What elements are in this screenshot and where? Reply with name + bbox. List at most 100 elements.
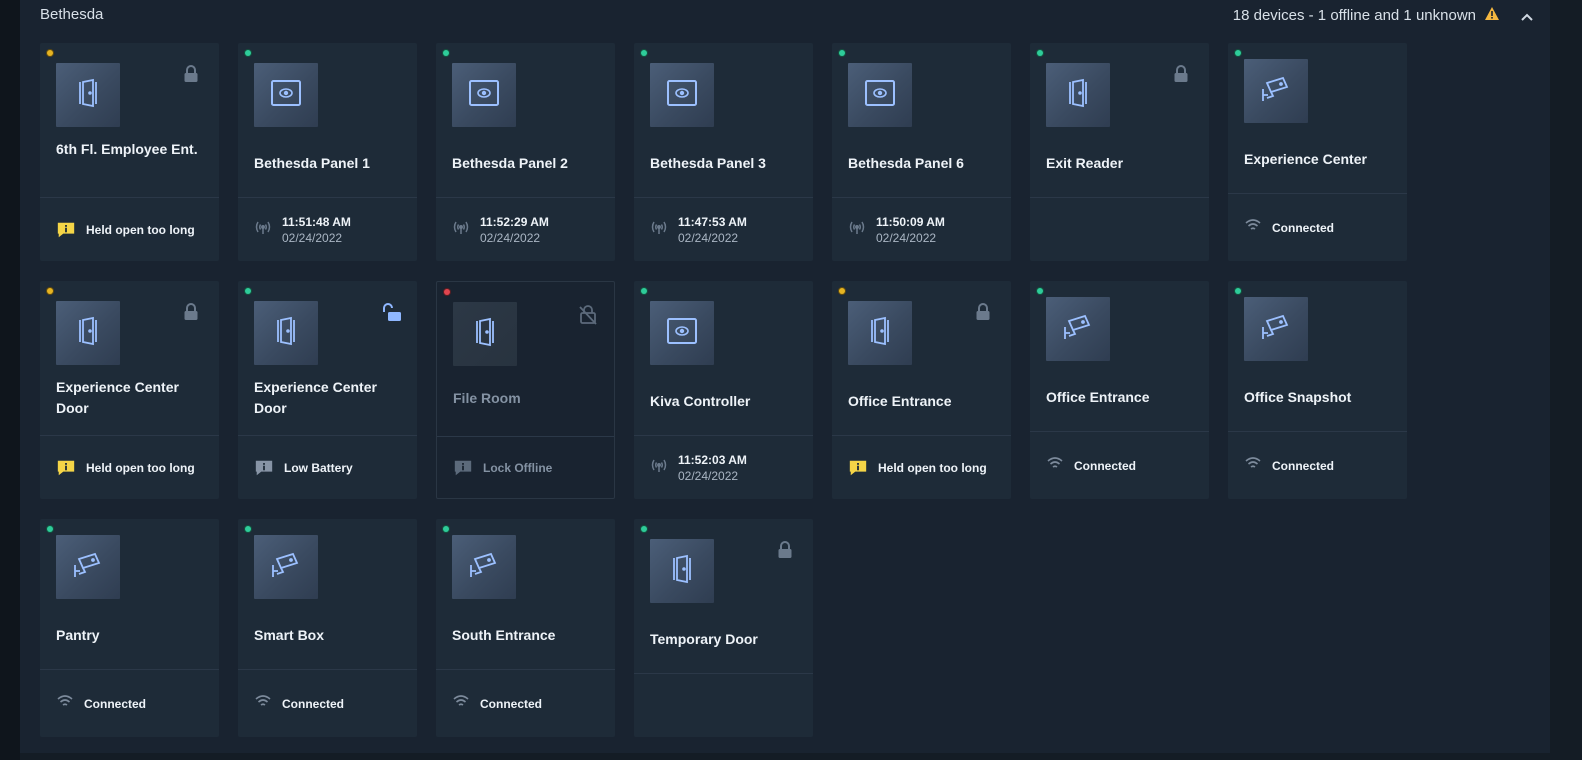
device-name: Bethesda Panel 3	[650, 155, 766, 171]
device-card[interactable]: File Room Lock Offline	[436, 281, 615, 499]
info-icon	[254, 458, 274, 478]
card-footer: 11:51:48 AM 02/24/2022	[254, 198, 407, 261]
device-card[interactable]: Experience Center Door Held open too long	[40, 281, 219, 499]
last-seen-date: 02/24/2022	[282, 230, 343, 245]
device-card[interactable]: Bethesda Panel 1 11:51:48 AM 02/24/2022	[238, 43, 417, 261]
lock-icon[interactable]	[777, 541, 793, 559]
wifi-icon	[452, 694, 470, 713]
door-icon	[75, 316, 101, 351]
panel-icon	[269, 78, 303, 113]
door-icon	[867, 316, 893, 351]
device-name: File Room	[453, 390, 521, 406]
card-footer: 11:52:03 AM 02/24/2022	[650, 436, 803, 499]
status-indicator	[444, 289, 450, 295]
status-indicator	[1235, 50, 1241, 56]
door-thumbnail	[650, 539, 714, 603]
lock-icon[interactable]	[975, 303, 991, 321]
unlock-icon[interactable]	[381, 303, 401, 321]
status-indicator	[1235, 288, 1241, 294]
last-seen-time: 11:47:53 AM	[678, 214, 747, 229]
connection-status: Connected	[1074, 458, 1137, 473]
panel-icon	[467, 78, 501, 113]
info-icon	[453, 458, 473, 478]
device-card[interactable]: 6th Fl. Employee Ent. Held open too long	[40, 43, 219, 261]
device-card[interactable]: Experience Center Connected	[1228, 43, 1407, 261]
device-card[interactable]: Bethesda Panel 3 11:47:53 AM 02/24/2022	[634, 43, 813, 261]
site-section: Bethesda 18 devices - 1 offline and 1 un…	[20, 0, 1550, 753]
device-grid: 6th Fl. Employee Ent. Held open too long B…	[40, 43, 1407, 737]
status-indicator	[245, 50, 251, 56]
device-name: Office Snapshot	[1244, 389, 1352, 405]
camera-thumbnail	[1244, 297, 1308, 361]
chevron-up-icon	[1521, 13, 1533, 21]
last-seen-time: 11:50:09 AM	[876, 214, 945, 229]
card-footer: Connected	[1046, 432, 1199, 499]
connection-status: Connected	[1272, 458, 1335, 473]
last-seen-date: 02/24/2022	[480, 230, 541, 245]
device-card[interactable]: Bethesda Panel 6 11:50:09 AM 02/24/2022	[832, 43, 1011, 261]
status-indicator	[443, 526, 449, 532]
panel-thumbnail	[848, 63, 912, 127]
collapse-section-button[interactable]	[1518, 9, 1536, 27]
device-card[interactable]: Kiva Controller 11:52:03 AM 02/24/2022	[634, 281, 813, 499]
status-indicator	[245, 526, 251, 532]
card-footer	[650, 674, 803, 737]
card-footer: Held open too long	[56, 436, 209, 499]
lock-icon[interactable]	[183, 65, 199, 83]
door-icon	[1065, 78, 1091, 113]
device-card[interactable]: Experience Center Door Low Battery	[238, 281, 417, 499]
status-indicator	[839, 50, 845, 56]
card-footer: Held open too long	[56, 198, 209, 261]
status-indicator	[443, 50, 449, 56]
device-name: Experience Center Door	[56, 379, 179, 416]
device-card[interactable]: Office Snapshot Connected	[1228, 281, 1407, 499]
card-footer: 11:52:29 AM 02/24/2022	[452, 198, 605, 261]
card-footer	[1046, 198, 1199, 261]
last-seen-time: 11:52:03 AM	[678, 452, 747, 467]
lock-icon[interactable]	[1173, 65, 1189, 83]
camera-icon	[71, 550, 105, 585]
status-indicator	[47, 526, 53, 532]
device-name: Pantry	[56, 627, 100, 643]
device-card[interactable]: Office Entrance Connected	[1030, 281, 1209, 499]
device-card[interactable]: Office Entrance Held open too long	[832, 281, 1011, 499]
device-name: Temporary Door	[650, 631, 758, 647]
status-indicator	[641, 50, 647, 56]
device-name: Experience Center	[1244, 151, 1367, 167]
wifi-icon	[1244, 456, 1262, 475]
device-status-text: Low Battery	[284, 460, 353, 475]
panel-icon	[665, 316, 699, 351]
panel-thumbnail	[650, 301, 714, 365]
door-thumbnail	[254, 301, 318, 365]
signal-icon	[650, 219, 668, 240]
device-status-text: Lock Offline	[483, 460, 553, 475]
device-card[interactable]: Bethesda Panel 2 11:52:29 AM 02/24/2022	[436, 43, 615, 261]
card-footer: Connected	[1244, 432, 1397, 499]
status-indicator	[47, 288, 53, 294]
device-card[interactable]: Smart Box Connected	[238, 519, 417, 737]
last-seen-date: 02/24/2022	[678, 230, 739, 245]
status-indicator	[47, 50, 53, 56]
card-footer: Low Battery	[254, 436, 407, 499]
card-footer: Connected	[254, 670, 407, 737]
camera-icon	[467, 550, 501, 585]
alert-icon	[56, 220, 76, 240]
door-thumbnail	[848, 301, 912, 365]
last-seen-time: 11:51:48 AM	[282, 214, 351, 229]
lock-icon[interactable]	[183, 303, 199, 321]
device-card[interactable]: Temporary Door	[634, 519, 813, 737]
card-footer: Lock Offline	[453, 437, 604, 498]
wifi-icon	[1244, 218, 1262, 237]
connection-status: Connected	[84, 696, 147, 711]
alert-icon	[848, 458, 868, 478]
device-alert-text: Held open too long	[86, 222, 195, 237]
device-summary: 18 devices - 1 offline and 1 unknown	[1233, 6, 1500, 25]
door-thumbnail	[453, 302, 517, 366]
device-card[interactable]: South Entrance Connected	[436, 519, 615, 737]
device-card[interactable]: Pantry Connected	[40, 519, 219, 737]
device-card[interactable]: Exit Reader	[1030, 43, 1209, 261]
status-indicator	[1037, 288, 1043, 294]
warning-icon	[1484, 6, 1500, 25]
door-icon	[472, 317, 498, 352]
device-name: 6th Fl. Employee Ent.	[56, 141, 198, 157]
